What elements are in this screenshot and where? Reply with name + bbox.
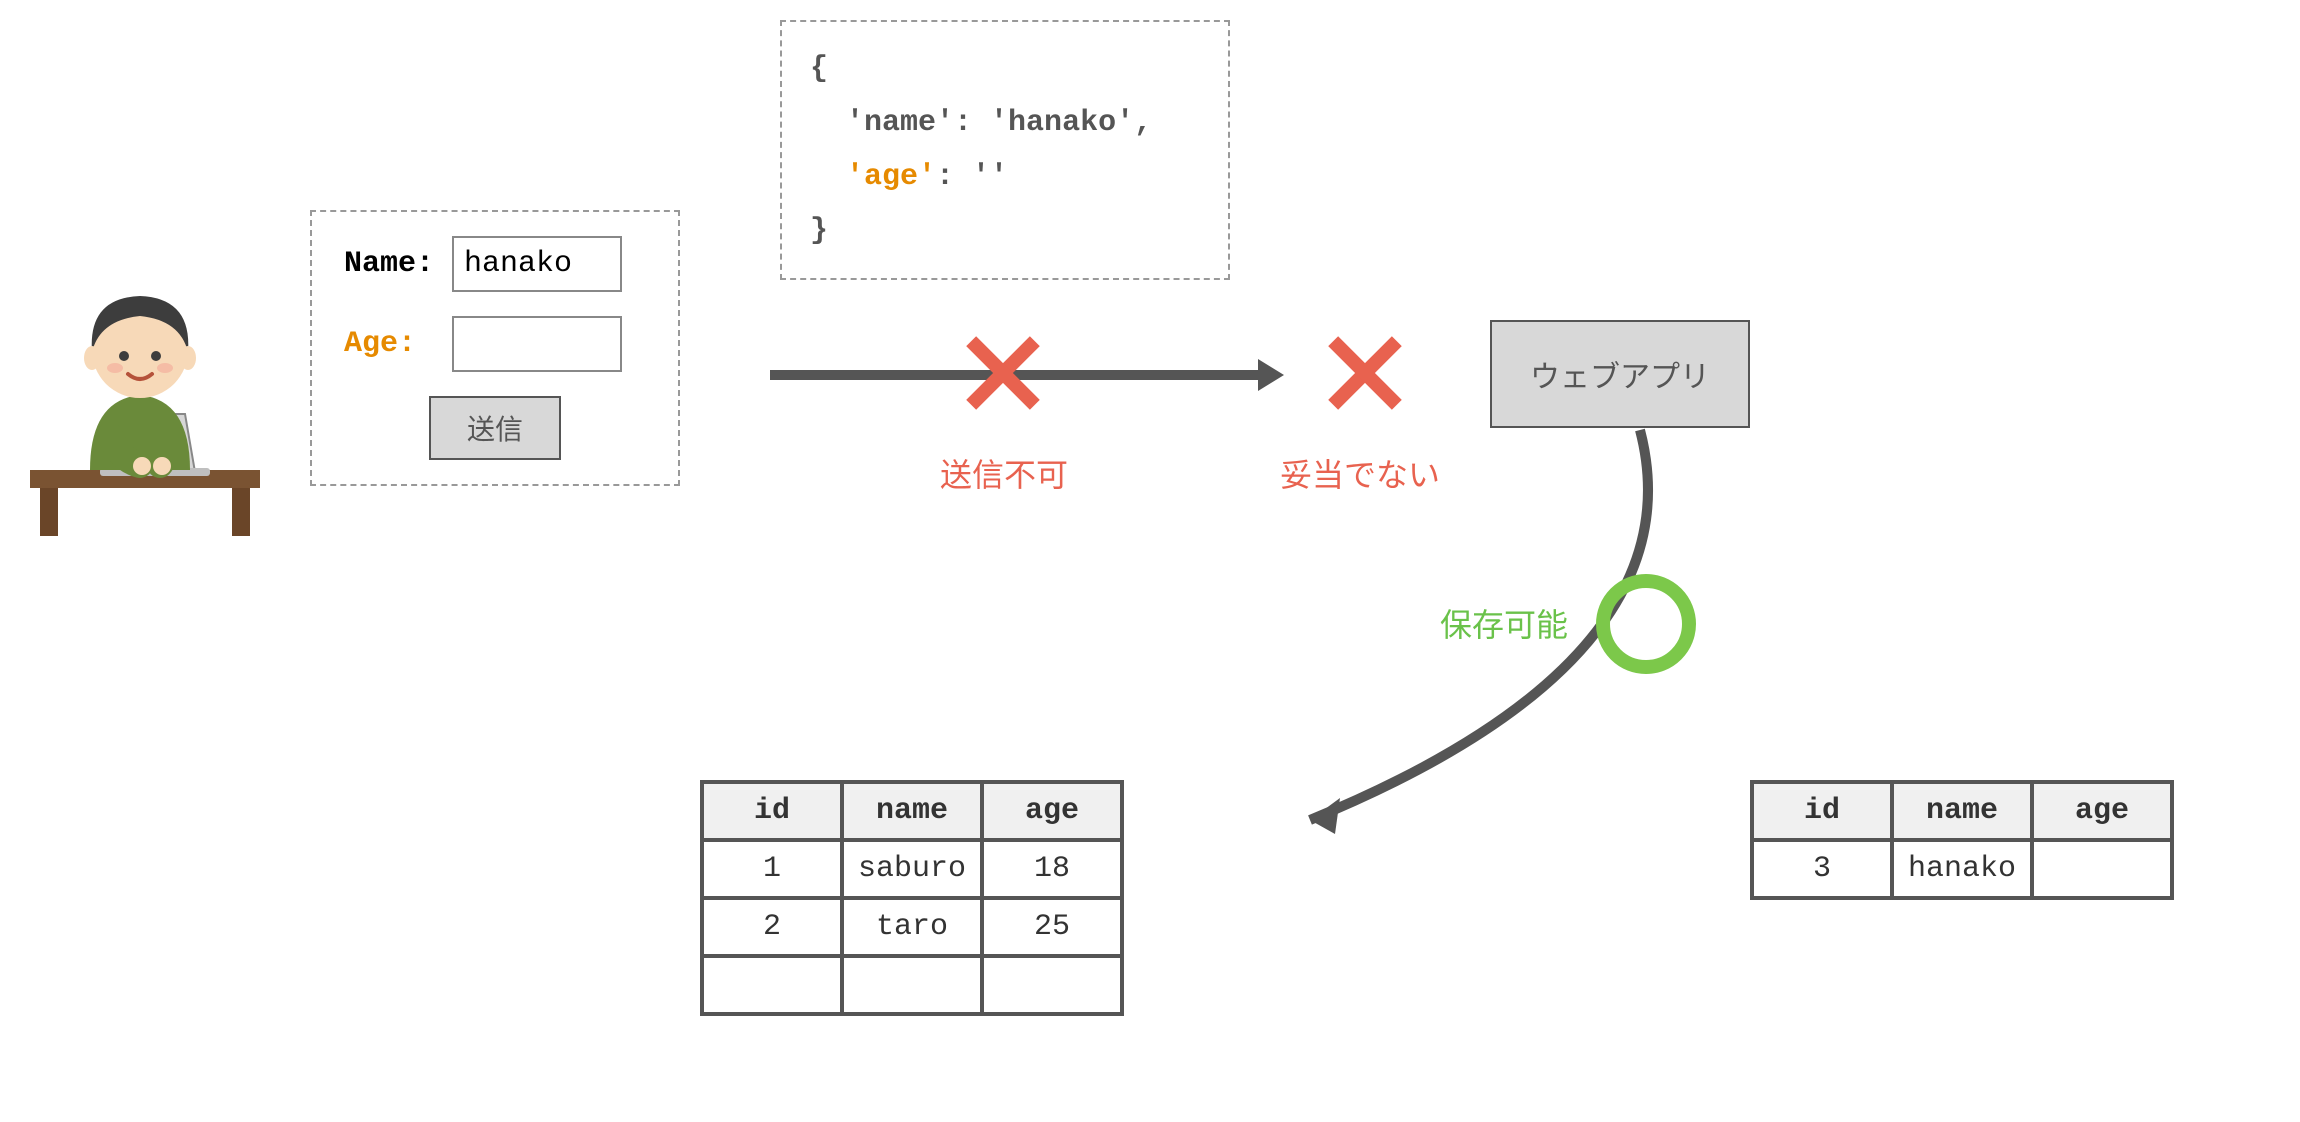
table-row: 3 hanako [1752,840,2172,898]
name-label: Name: [344,247,434,281]
table-row: 2 taro 25 [702,898,1122,956]
name-field[interactable] [452,236,622,292]
col-age: age [982,782,1122,840]
db-table-existing: id name age 1 saburo 18 2 taro 25 [700,780,1124,1016]
status-saveable: 保存可能 [1440,600,1568,646]
age-field[interactable] [452,316,622,372]
json-line-4: } [810,204,1200,258]
input-form: Name: Age: 送信 [310,210,680,486]
json-line-3: 'age': '' [810,150,1200,204]
json-line-2: 'name': 'hanako', [810,96,1200,150]
db-table-new-row: id name age 3 hanako [1750,780,2174,900]
webapp-label: ウェブアプリ [1530,361,1710,394]
status-send-fail: 送信不可 [940,450,1068,496]
col-id: id [1752,782,1892,840]
col-id: id [702,782,842,840]
col-age: age [2032,782,2172,840]
x-mark-icon-send-fail [958,328,1048,418]
user-illustration [20,260,270,540]
col-name: name [842,782,982,840]
table-row: 1 saburo 18 [702,840,1122,898]
age-label: Age: [344,327,434,361]
o-mark-icon-saveable [1596,574,1696,674]
col-name: name [1892,782,2032,840]
table-header-row: id name age [1752,782,2172,840]
json-line-1: { [810,42,1200,96]
webapp-box: ウェブアプリ [1490,320,1750,428]
json-payload-box: { 'name': 'hanako', 'age': '' } [780,20,1230,280]
arrow-head-icon [1258,359,1284,391]
x-mark-icon-invalid [1320,328,1410,418]
table-row [702,956,1122,1014]
submit-button[interactable]: 送信 [429,396,561,460]
table-header-row: id name age [702,782,1122,840]
